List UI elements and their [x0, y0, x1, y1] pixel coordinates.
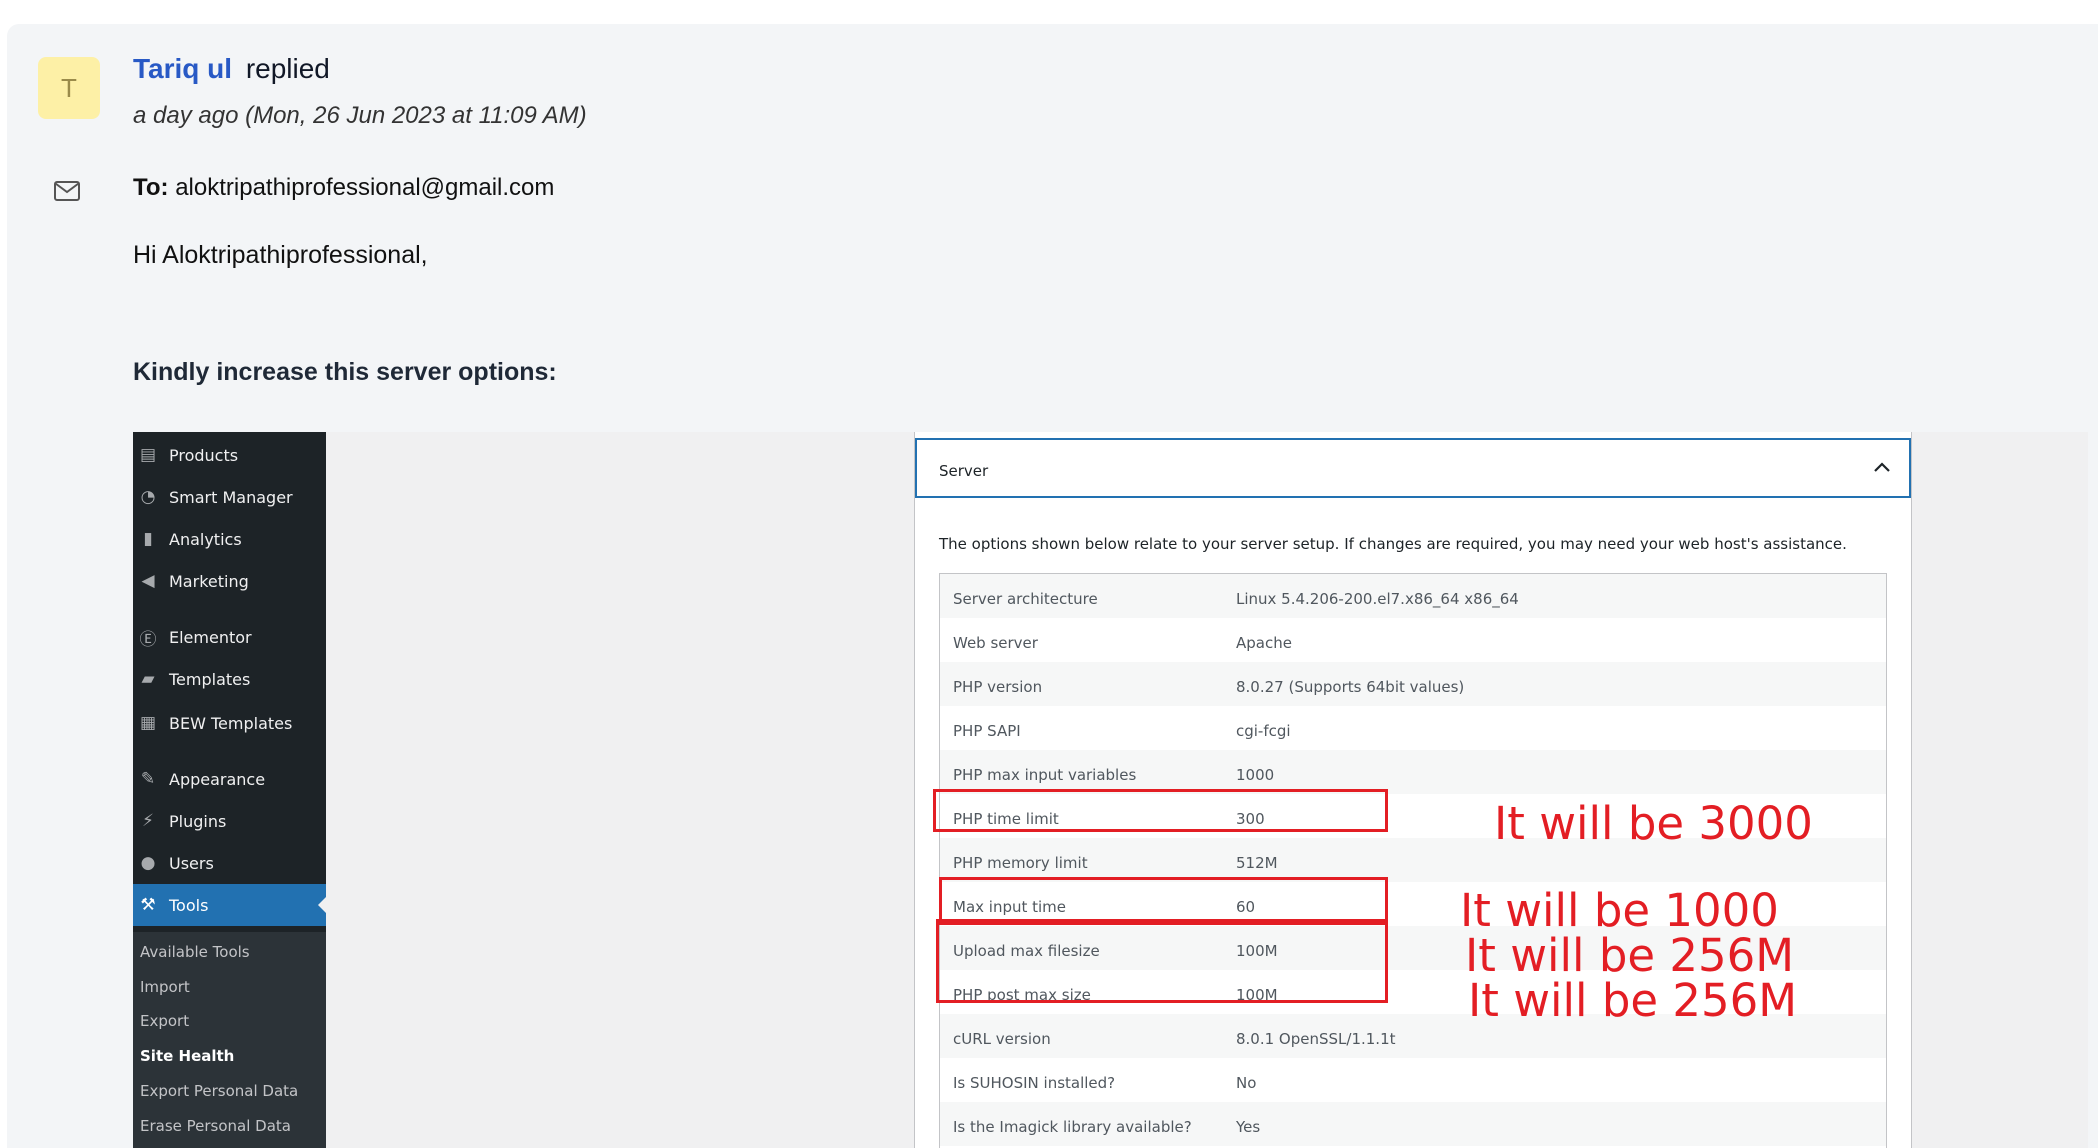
greeting: Hi Aloktripathiprofessional, [133, 241, 428, 269]
note-time-limit: It will be 3000 [1494, 797, 1813, 850]
server-info-value: cgi-fcgi [1236, 722, 1291, 740]
server-info-value: No [1236, 1074, 1257, 1092]
server-info-row: PHP SAPI cgi-fcgi [940, 706, 1886, 750]
server-info-value: Yes [1236, 1118, 1261, 1136]
server-intro-text: The options shown below relate to your s… [939, 535, 1847, 553]
server-info-value: 1000 [1236, 766, 1275, 784]
wp-menu-item-label: Marketing [169, 571, 249, 591]
reply-action: replied [245, 53, 330, 84]
wp-menu-item-templates[interactable]: ▰ Templates [133, 658, 326, 700]
wp-menu-item-plugins[interactable]: ⚡ Plugins [133, 800, 326, 842]
note-post-max-size: It will be 256M [1468, 974, 1798, 1027]
server-info-key: Server architecture [953, 590, 1098, 608]
wp-menu-item-appearance[interactable]: ✎ Appearance [133, 758, 326, 800]
server-info-key: PHP version [953, 678, 1043, 696]
server-info-row: PHP max input variables 1000 [940, 750, 1886, 794]
wp-menu-item-bew-templates[interactable]: ▦ BEW Templates [133, 702, 326, 744]
wp-menu-item-elementor[interactable]: Ⓔ Elementor [133, 616, 326, 658]
wp-menu-item-label: Analytics [169, 529, 242, 549]
server-info-value: Linux 5.4.206-200.el7.x86_64 x86_64 [1236, 590, 1519, 608]
server-accordion-header[interactable]: Server [915, 438, 1911, 498]
highlight-box-max-input-time [939, 877, 1388, 925]
avatar-initial: T [61, 72, 77, 103]
wp-menu-item-label: Smart Manager [169, 487, 293, 507]
server-info-table: Server architecture Linux 5.4.206-200.el7… [939, 573, 1887, 1148]
wp-menu-item-analytics[interactable]: ▮ Analytics [133, 518, 326, 560]
wp-menu-item-label: Tools [169, 895, 209, 915]
wp-menu-item-label: BEW Templates [169, 713, 293, 733]
server-section-title: Server [939, 462, 989, 480]
wp-admin-menu: Available Tools Import Export Site Health Ex… [133, 432, 326, 1148]
wrench-icon: ⚒ [140, 895, 156, 915]
wp-menu-item-smart-manager[interactable]: ◔ Smart Manager [133, 476, 326, 518]
user-icon: ● [140, 853, 156, 873]
dashboard-icon: ◔ [140, 487, 156, 507]
megaphone-icon: ◀ [141, 571, 155, 591]
reply-header: Tariq ul replied [133, 53, 330, 85]
wp-menu-item-users[interactable]: ● Users [133, 842, 326, 884]
server-info-key: PHP SAPI [953, 722, 1021, 740]
instruction-text: Kindly increase this server options: [133, 358, 557, 386]
highlight-box-time-limit [933, 789, 1388, 832]
recipient-line: To: aloktripathiprofessional@gmail.com [133, 174, 554, 202]
server-info-key: PHP max input variables [953, 766, 1137, 784]
server-info-row: Server architecture Linux 5.4.206-200.el7… [940, 574, 1886, 618]
reply-timestamp: a day ago (Mon, 26 Jun 2023 at 11:09 AM) [133, 102, 587, 129]
wp-menu-item-label: Products [169, 445, 239, 465]
paintbrush-icon: ✎ [140, 769, 156, 789]
wp-menu-item-label: Templates [169, 669, 251, 689]
attached-screenshot[interactable]: Available Tools Import Export Site Health Ex… [133, 432, 2088, 1148]
grid-icon: ▦ [139, 713, 157, 733]
server-info-row: Web server Apache [940, 618, 1886, 662]
server-info-row: Is the Imagick library available? Yes [940, 1102, 1886, 1146]
wp-submenu-item-import[interactable]: Import [140, 978, 190, 996]
avatar: T [38, 57, 100, 119]
server-info-value: 512M [1236, 854, 1278, 872]
folder-icon: ▰ [141, 669, 155, 689]
server-info-key: cURL version [953, 1030, 1051, 1048]
tools-submenu: Available Tools Import Export Site Health Ex… [133, 932, 326, 1148]
wp-menu-item-label: Elementor [169, 627, 252, 647]
wp-submenu-item-export[interactable]: Export [140, 1012, 189, 1030]
archive-icon: ▤ [139, 445, 157, 465]
elementor-icon: Ⓔ [139, 629, 157, 650]
wp-submenu-item-erase-personal-data[interactable]: Erase Personal Data [140, 1117, 291, 1135]
chart-bar-icon: ▮ [143, 529, 153, 549]
chevron-up-icon [1873, 458, 1891, 477]
author-name-link[interactable]: Tariq ul [133, 53, 232, 84]
envelope-icon [54, 181, 80, 206]
wp-submenu-item-site-health[interactable]: Site Health [140, 1047, 234, 1065]
server-info-key: Web server [953, 634, 1038, 652]
wp-menu-item-label: Plugins [169, 811, 227, 831]
recipient-email: aloktripathiprofessional@gmail.com [175, 174, 555, 201]
wp-menu-item-marketing[interactable]: ◀ Marketing [133, 560, 326, 602]
highlight-box-upload-post-size [936, 919, 1388, 1003]
wp-submenu-item-available-tools[interactable]: Available Tools [140, 943, 250, 961]
to-label: To: [133, 174, 169, 201]
wp-menu-item-tools[interactable]: ⚒ Tools [133, 884, 326, 926]
plug-icon: ⚡ [142, 811, 154, 831]
server-info-value: 8.0.27 (Supports 64bit values) [1236, 678, 1465, 696]
wp-submenu-item-export-personal-data[interactable]: Export Personal Data [140, 1082, 298, 1100]
server-info-key: Is SUHOSIN installed? [953, 1074, 1116, 1092]
server-info-value: 8.0.1 OpenSSL/1.1.1t [1236, 1030, 1396, 1048]
wp-menu-item-label: Appearance [169, 769, 266, 789]
server-info-row: PHP version 8.0.27 (Supports 64bit values… [940, 662, 1886, 706]
wp-menu-item-products[interactable]: ▤ Products [133, 434, 326, 476]
server-info-value: Apache [1236, 634, 1292, 652]
server-info-row: Is SUHOSIN installed? No [940, 1058, 1886, 1102]
server-info-key: PHP memory limit [953, 854, 1088, 872]
server-info-key: Is the Imagick library available? [953, 1118, 1192, 1136]
wp-menu-item-label: Users [169, 853, 214, 873]
